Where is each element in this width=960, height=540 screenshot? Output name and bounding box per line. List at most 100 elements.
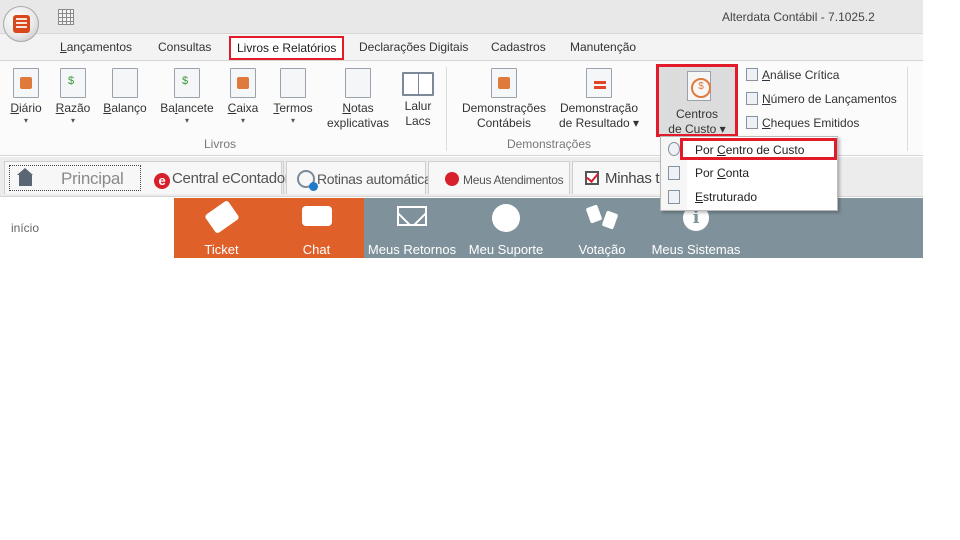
meu-suporte-tile[interactable]: Meu Suporte — [460, 198, 552, 258]
user-icon — [492, 204, 520, 232]
title-bar: Alterdata Contábil - 7.1025.2 — [0, 0, 923, 34]
meus-sistemas-label: Meus Sistemas — [651, 242, 741, 257]
menu-item-label: Estruturado — [695, 190, 758, 204]
centros-de-custo-menu: Por Centro de Custo Por Conta Estruturad… — [660, 136, 838, 211]
analise-critica-button[interactable]: Análise Crítica — [746, 68, 839, 82]
tab-declaracoes-digitais[interactable]: Declarações Digitais — [359, 40, 468, 54]
chevron-down-icon: ▾ — [70, 116, 75, 125]
tab-rotinas-label: Rotinas automáticas — [317, 171, 439, 187]
equals-document-icon — [586, 68, 612, 98]
document-icon — [668, 166, 680, 180]
tab-meus-atendimentos[interactable]: Meus Atendimentos — [428, 161, 570, 194]
open-book-icon — [402, 72, 434, 96]
cheques-emitidos-button[interactable]: Cheques Emitidos — [746, 116, 859, 130]
coin-document-icon — [687, 71, 711, 101]
ticket-label: Ticket — [204, 242, 239, 257]
chat-icon — [301, 206, 332, 226]
dollar-document-icon — [174, 68, 200, 98]
app-menu-button[interactable] — [3, 6, 39, 42]
key-icon — [746, 68, 758, 81]
chevron-down-icon: ▾ — [184, 116, 189, 125]
diario-button[interactable]: Diário ▾ — [7, 68, 45, 126]
tab-cadastros[interactable]: Cadastros — [491, 40, 546, 54]
coin-icon — [668, 142, 680, 156]
tab-central-econtador[interactable]: e Central eContador — [144, 161, 290, 194]
document-icon — [668, 190, 680, 204]
menu-item-label: Por Conta — [695, 166, 750, 180]
group-separator — [446, 67, 447, 151]
termos-button[interactable]: Termos ▾ — [272, 68, 314, 126]
tab-lancamentos[interactable]: Lançamentos — [60, 40, 132, 54]
tab-manutencao[interactable]: Manutenção — [570, 40, 636, 54]
tab-atendimentos-label: Meus Atendimentos — [463, 173, 564, 187]
demonstracoes-contabeis-label: Demonstrações Contábeis — [461, 101, 547, 130]
alterdata-icon — [445, 172, 459, 186]
gear-clock-icon — [297, 170, 318, 191]
votacao-label: Votação — [578, 242, 626, 257]
chevron-down-icon: ▾ — [23, 116, 28, 125]
numero-de-lancamentos-button[interactable]: Número de Lançamentos — [746, 92, 897, 106]
caixa-button[interactable]: Caixa ▾ — [225, 68, 261, 126]
demonstracao-resultado-label: Demonstração de Resultado ▾ — [558, 101, 640, 130]
group-label-demonstracoes: Demonstrações — [506, 137, 592, 151]
chat-tile[interactable]: Chat — [269, 198, 364, 258]
meu-suporte-label: Meu Suporte — [468, 242, 544, 257]
notas-explicativas-button[interactable]: Notas explicativas — [325, 68, 391, 131]
tab-rotinas-automaticas[interactable]: Rotinas automáticas — [286, 161, 438, 194]
tab-consultas[interactable]: Consultas — [158, 40, 211, 54]
balancete-label: Balancete — [160, 101, 214, 115]
ticket-icon — [203, 199, 240, 235]
chevron-down-icon: ▾ — [290, 116, 295, 125]
breadcrumb-area: início — [0, 198, 174, 258]
diario-label: Diário — [10, 101, 42, 115]
home-icon — [17, 168, 33, 186]
group-separator — [907, 67, 908, 151]
cash-book-icon — [230, 68, 256, 98]
caixa-label: Caixa — [227, 101, 259, 115]
razao-button[interactable]: Razão ▾ — [54, 68, 92, 126]
checkbox-icon — [585, 171, 599, 185]
menu-item-por-conta[interactable]: Por Conta — [661, 162, 837, 184]
group-label-livros: Livros — [203, 137, 236, 151]
menu-item-por-centro-de-custo[interactable]: Por Centro de Custo — [680, 138, 837, 160]
app-orb-icon — [13, 15, 30, 33]
econtador-icon: e — [154, 173, 170, 189]
caduceus-document-icon — [491, 68, 517, 98]
tab-minhas-tarefas[interactable]: Minhas t — [572, 161, 672, 194]
calendar-book-icon — [13, 68, 39, 98]
chat-label: Chat — [302, 242, 331, 257]
thumbs-icon — [588, 206, 616, 228]
notes-icon — [345, 68, 371, 98]
checkbook-icon — [746, 116, 758, 129]
centros-de-custo-button[interactable]: Centrosde Custo ▾ — [656, 64, 738, 137]
meus-retornos-label: Meus Retornos — [367, 242, 457, 257]
termos-label: Termos — [273, 101, 313, 115]
lalur-label: Lalur Lacs — [404, 99, 432, 128]
notas-label: Notas explicativas — [326, 101, 390, 130]
razao-label: Razão — [55, 101, 91, 115]
tab-econtador-label: Central eContador — [172, 170, 290, 187]
lalur-lacs-button[interactable]: Lalur Lacs — [398, 68, 438, 129]
tab-minhas-label: Minhas t — [605, 170, 660, 187]
tab-label: ançamentos — [66, 40, 133, 54]
tab-label-accel: L — [60, 40, 67, 54]
balanco-label: Balanço — [103, 101, 147, 115]
ledger-icon — [60, 68, 86, 98]
ticket-tile[interactable]: Ticket — [174, 198, 269, 258]
balancete-button[interactable]: Balancete ▾ — [160, 68, 214, 126]
scale-document-icon — [112, 68, 138, 98]
votacao-tile[interactable]: Votação — [556, 198, 648, 258]
tab-livros-e-relatorios[interactable]: Livros e Relatórios — [229, 36, 345, 60]
chevron-down-icon: ▾ — [240, 116, 245, 125]
calculator-grid-icon[interactable] — [58, 9, 74, 25]
breadcrumb: início — [11, 221, 40, 235]
mail-icon — [397, 206, 427, 226]
az-book-icon — [280, 68, 306, 98]
demonstracoes-contabeis-button[interactable]: Demonstrações Contábeis — [458, 68, 550, 131]
meus-retornos-tile[interactable]: Meus Retornos — [364, 198, 460, 258]
centros-de-custo-label: Centros de Custo ▾ — [668, 107, 726, 136]
window-title: Alterdata Contábil - 7.1025.2 — [722, 10, 875, 24]
demonstracao-resultado-button[interactable]: Demonstração de Resultado ▾ — [556, 68, 642, 131]
balanco-button[interactable]: Balanço — [102, 68, 148, 116]
menu-item-estruturado[interactable]: Estruturado — [661, 186, 837, 208]
